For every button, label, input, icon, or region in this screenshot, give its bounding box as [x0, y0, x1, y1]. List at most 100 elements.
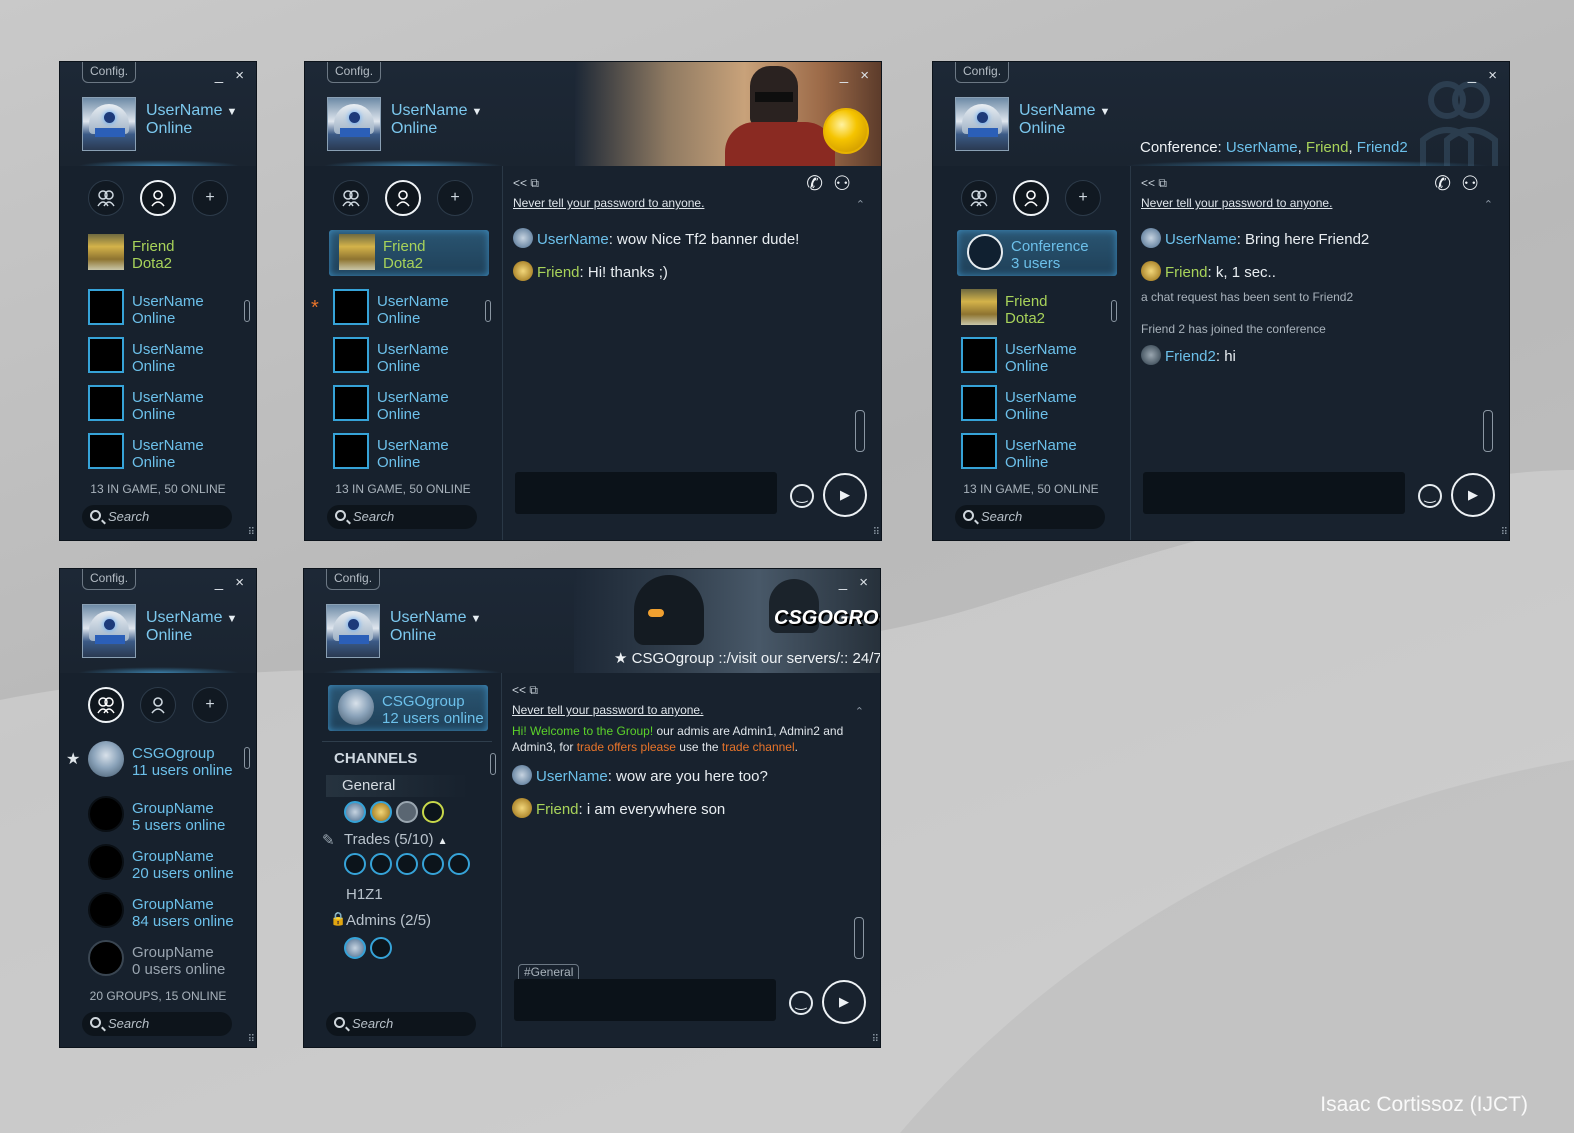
- channel-admins[interactable]: Admins (2/5): [346, 912, 431, 929]
- password-warning[interactable]: Never tell your password to anyone.: [512, 703, 703, 717]
- resize-grip-icon[interactable]: ⠿: [1501, 527, 1508, 538]
- smiley-icon[interactable]: ‿: [790, 484, 814, 508]
- list-item[interactable]: UserName Online: [951, 381, 1121, 427]
- user-name[interactable]: UserName ▼: [1019, 102, 1110, 121]
- groups-tab-icon[interactable]: [88, 180, 124, 216]
- list-item[interactable]: ★ CSGOgroup 11 users online: [66, 737, 248, 783]
- chevron-down-icon[interactable]: ▼: [226, 106, 237, 118]
- friends-tab-icon[interactable]: [140, 180, 176, 216]
- config-button[interactable]: Config.: [327, 62, 382, 83]
- member-avatar[interactable]: [370, 937, 392, 959]
- chat-scrollbar[interactable]: [1483, 410, 1493, 452]
- resize-grip-icon[interactable]: ⠿: [248, 1034, 255, 1045]
- channel-general[interactable]: General: [326, 775, 468, 797]
- list-item[interactable]: Friend Dota2: [78, 230, 248, 276]
- config-button[interactable]: Config.: [82, 62, 137, 83]
- list-scrollbar[interactable]: [485, 300, 491, 322]
- user-name[interactable]: UserName ▼: [390, 609, 481, 628]
- window-controls[interactable]: _ ×: [215, 574, 248, 591]
- member-avatar[interactable]: [344, 937, 366, 959]
- friends-tab-icon[interactable]: [140, 687, 176, 723]
- list-item[interactable]: UserName Online: [78, 333, 248, 379]
- list-item[interactable]: * UserName Online: [311, 285, 493, 331]
- list-scrollbar[interactable]: [244, 747, 250, 769]
- phone-icon[interactable]: ✆: [1434, 173, 1461, 195]
- search-input[interactable]: Search: [327, 505, 477, 529]
- list-item[interactable]: UserName Online: [78, 429, 248, 475]
- smiley-icon[interactable]: ‿: [1418, 484, 1442, 508]
- member-slot[interactable]: [344, 853, 366, 875]
- member-slot[interactable]: [422, 853, 444, 875]
- user-name[interactable]: UserName ▼: [146, 102, 237, 121]
- search-input[interactable]: Search: [82, 505, 232, 529]
- password-warning[interactable]: Never tell your password to anyone.: [1141, 196, 1332, 210]
- list-item[interactable]: UserName Online: [78, 285, 248, 331]
- list-scrollbar[interactable]: [244, 300, 250, 322]
- search-input[interactable]: Search: [82, 1012, 232, 1036]
- chevron-down-icon[interactable]: ▼: [1099, 106, 1110, 118]
- user-avatar[interactable]: [82, 604, 136, 658]
- chevron-up-icon[interactable]: ⌃: [855, 705, 864, 718]
- groups-tab-icon[interactable]: [333, 180, 369, 216]
- message-input[interactable]: [1143, 472, 1405, 514]
- add-person-icon[interactable]: ⚇: [833, 173, 861, 195]
- plus-icon[interactable]: +: [192, 687, 228, 723]
- plus-icon[interactable]: +: [437, 180, 473, 216]
- user-avatar[interactable]: [82, 97, 136, 151]
- message-input[interactable]: [514, 979, 776, 1021]
- smiley-icon[interactable]: ‿: [789, 991, 813, 1015]
- member-avatar[interactable]: [370, 801, 392, 823]
- config-button[interactable]: Config.: [955, 62, 1010, 83]
- chat-nav[interactable]: << ⧉: [1141, 176, 1167, 191]
- chevron-up-icon[interactable]: ⌃: [856, 198, 865, 211]
- window-controls[interactable]: _ ×: [839, 574, 872, 591]
- plus-icon[interactable]: +: [192, 180, 228, 216]
- member-avatar[interactable]: [422, 801, 444, 823]
- user-avatar[interactable]: [327, 97, 381, 151]
- resize-grip-icon[interactable]: ⠿: [873, 527, 880, 538]
- plus-icon[interactable]: +: [1065, 180, 1101, 216]
- search-input[interactable]: Search: [326, 1012, 476, 1036]
- list-item-selected[interactable]: CSGOgroup 12 users online: [328, 685, 488, 731]
- channel-h1z1[interactable]: H1Z1: [346, 886, 383, 903]
- chevron-down-icon[interactable]: ▼: [226, 613, 237, 625]
- send-button[interactable]: ▶: [823, 473, 867, 517]
- chat-scrollbar[interactable]: [855, 410, 865, 452]
- chat-nav[interactable]: << ⧉: [512, 683, 538, 698]
- send-button[interactable]: ▶: [822, 980, 866, 1024]
- list-item[interactable]: GroupName 20 users online: [78, 840, 248, 886]
- friends-tab-icon[interactable]: [385, 180, 421, 216]
- window-controls[interactable]: _ ×: [215, 67, 248, 84]
- send-button[interactable]: ▶: [1451, 473, 1495, 517]
- user-avatar[interactable]: [326, 604, 380, 658]
- add-person-icon[interactable]: ⚇: [1461, 173, 1489, 195]
- list-item[interactable]: GroupName 0 users online: [78, 936, 248, 982]
- resize-grip-icon[interactable]: ⠿: [248, 527, 255, 538]
- list-item[interactable]: UserName Online: [951, 429, 1121, 475]
- list-item[interactable]: UserName Online: [951, 333, 1121, 379]
- list-item-selected[interactable]: Friend Dota2: [329, 230, 489, 276]
- mute-icon[interactable]: ✎: [322, 831, 335, 849]
- user-name[interactable]: UserName ▼: [146, 609, 237, 628]
- member-avatar[interactable]: [344, 801, 366, 823]
- groups-tab-icon[interactable]: [961, 180, 997, 216]
- member-slot[interactable]: [396, 853, 418, 875]
- window-controls[interactable]: _ ×: [840, 67, 873, 84]
- list-item[interactable]: UserName Online: [78, 381, 248, 427]
- chat-scrollbar[interactable]: [854, 917, 864, 959]
- resize-grip-icon[interactable]: ⠿: [872, 1034, 879, 1045]
- list-item[interactable]: Friend Dota2: [951, 285, 1121, 331]
- user-avatar[interactable]: [955, 97, 1009, 151]
- window-controls[interactable]: _ ×: [1468, 67, 1501, 84]
- chat-nav[interactable]: << ⧉: [513, 176, 539, 191]
- groups-tab-icon[interactable]: [88, 687, 124, 723]
- list-item[interactable]: UserName Online: [323, 429, 493, 475]
- member-slot[interactable]: [448, 853, 470, 875]
- list-item[interactable]: UserName Online: [323, 381, 493, 427]
- user-name[interactable]: UserName ▼: [391, 102, 482, 121]
- phone-icon[interactable]: ✆: [806, 173, 833, 195]
- list-item-selected[interactable]: Conference 3 users: [957, 230, 1117, 276]
- config-button[interactable]: Config.: [82, 569, 137, 590]
- list-item[interactable]: UserName Online: [323, 333, 493, 379]
- chevron-up-icon[interactable]: ⌃: [1484, 198, 1493, 211]
